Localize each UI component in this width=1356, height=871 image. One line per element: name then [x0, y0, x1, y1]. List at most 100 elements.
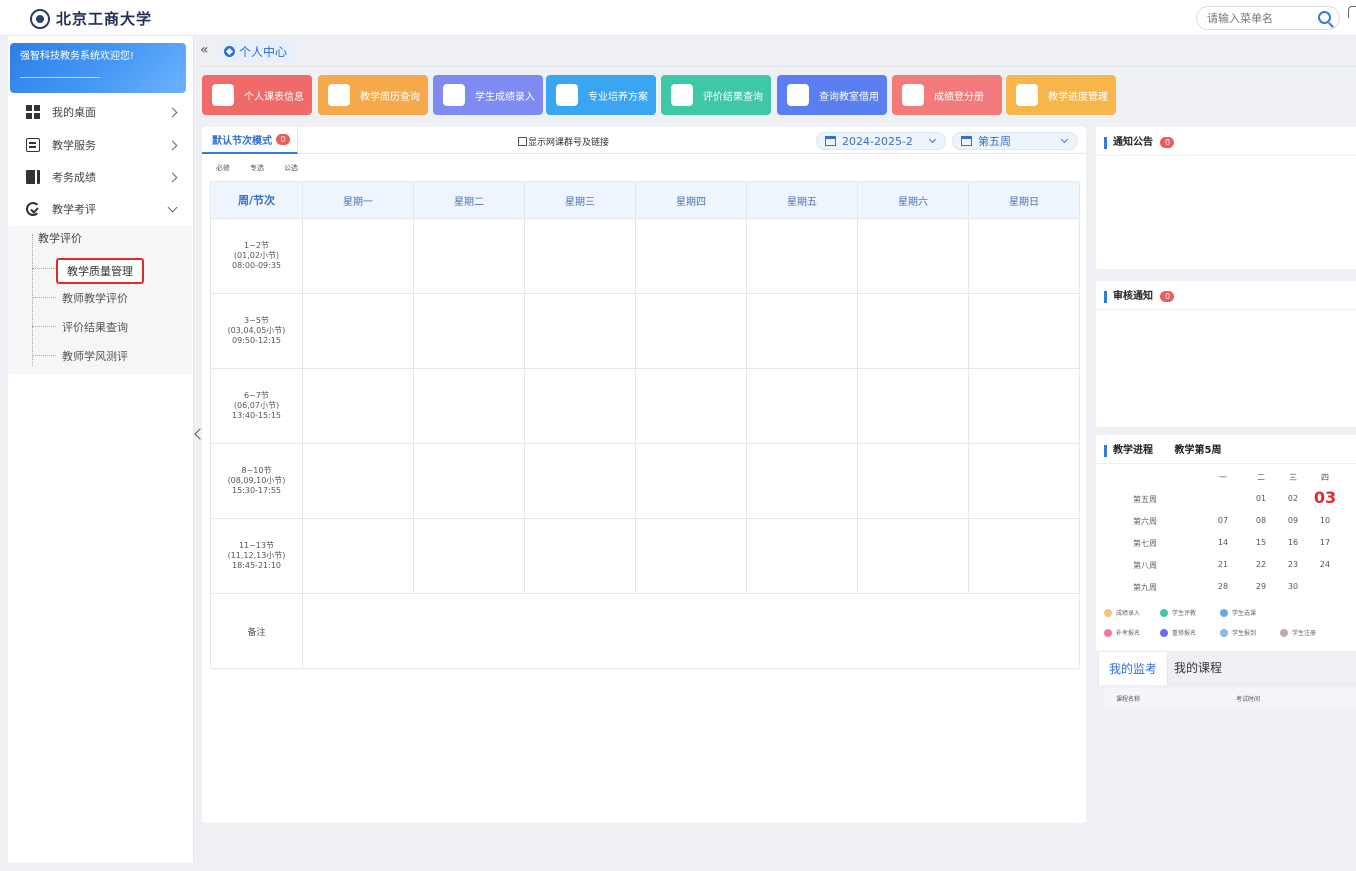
search-icon[interactable] — [1318, 11, 1331, 24]
submenu-item-style-assessment[interactable]: 教师学风测评 — [62, 348, 128, 364]
period-name: 11~13节 — [238, 541, 275, 550]
timetable-cell[interactable] — [968, 218, 1080, 294]
submenu-group-teaching-evaluation[interactable]: 教学评价 — [38, 230, 82, 246]
timetable-cell[interactable] — [413, 443, 525, 519]
submenu-item-teacher-evaluation[interactable]: 教师教学评价 — [62, 290, 128, 306]
menu-search[interactable] — [1196, 6, 1340, 30]
quick-button-label: 成绩登分册 — [934, 91, 984, 103]
timetable-cell[interactable] — [302, 518, 414, 594]
period-name: 1~2节 — [244, 241, 269, 250]
sidebar-item-exam-scores[interactable]: 考务成绩 — [8, 161, 192, 193]
timetable-cell[interactable] — [857, 218, 969, 294]
panel-divider — [1096, 309, 1356, 310]
timetable-cell[interactable] — [746, 368, 858, 444]
calendar-day: 10 — [1319, 516, 1331, 525]
timetable-cell[interactable] — [635, 218, 747, 294]
period-name: 3~5节 — [244, 316, 269, 325]
calendar-day: 08 — [1255, 516, 1267, 525]
timetable-cell[interactable] — [635, 293, 747, 369]
sidebar-item-desktop[interactable]: 我的桌面 — [8, 96, 192, 128]
week-select[interactable]: 第五周 — [952, 132, 1078, 150]
timetable-cell[interactable] — [746, 218, 858, 294]
timetable-cell[interactable] — [635, 368, 747, 444]
timetable-cell[interactable] — [857, 293, 969, 369]
timetable-cell[interactable] — [413, 218, 525, 294]
timetable-cell[interactable] — [746, 293, 858, 369]
timetable-cell[interactable] — [635, 443, 747, 519]
submenu-item-result-query[interactable]: 评价结果查询 — [62, 319, 128, 335]
course-type-legend: 必修 专选 公选 — [216, 163, 318, 173]
quick-button-calendar-query[interactable]: 教学周历查询 — [318, 75, 428, 115]
timetable-cell[interactable] — [302, 218, 414, 294]
timetable-cell[interactable] — [635, 518, 747, 594]
timetable-cell[interactable] — [968, 293, 1080, 369]
timetable-cell[interactable] — [524, 368, 636, 444]
university-seal-icon — [30, 8, 50, 29]
quick-button-grade-entry[interactable]: 学生成绩录入 — [433, 75, 543, 115]
timetable-cell[interactable] — [968, 518, 1080, 594]
legend-makeup-exam: 补考报名 — [1104, 628, 1140, 637]
term-select[interactable]: 2024-2025-2 — [816, 132, 946, 150]
home-dot-icon — [224, 45, 235, 57]
period-time: 08:00-09:35 — [232, 261, 281, 270]
timetable-cell[interactable] — [524, 518, 636, 594]
show-online-group-checkbox[interactable]: 显示网课群号及链接 — [518, 135, 609, 148]
checkbox-box[interactable] — [518, 137, 527, 146]
period-time: 18:45-21:10 — [232, 561, 281, 570]
timetable-cell[interactable] — [413, 368, 525, 444]
submenu-item-quality-management[interactable]: 教学质量管理 — [56, 258, 144, 284]
timetable-cell[interactable] — [857, 518, 969, 594]
tab-my-courses[interactable]: 我的课程 — [1164, 651, 1232, 685]
tab-my-invigilation[interactable]: 我的监考 — [1098, 651, 1169, 685]
week-value: 第五周 — [978, 135, 1011, 148]
legend-student-evaluation: 学生评教 — [1160, 608, 1196, 617]
timetable-cell[interactable] — [302, 293, 414, 369]
tab-default-period-mode[interactable]: 默认节次模式 0 — [202, 127, 298, 154]
column-header: 星期三 — [524, 181, 636, 219]
quick-button-personal-timetable[interactable]: 个人课表信息 — [202, 75, 312, 115]
teaching-progress-panel: 教学进程 教学第5周 一 二 三 四 第五周 01 02 03 第六周 07 0… — [1096, 435, 1356, 651]
tab-personal-center[interactable]: 个人中心 — [218, 40, 298, 62]
timetable-cell[interactable] — [413, 518, 525, 594]
timetable-cell[interactable] — [746, 443, 858, 519]
sidebar: 强智科技教务系统欢迎您! 我的桌面 教学服务 考务成绩 教学考评 教学评价 教学… — [8, 36, 194, 863]
period-sub: (08,09,10小节) — [227, 476, 286, 485]
sidebar-item-teaching-evaluation[interactable]: 教学考评 — [8, 193, 192, 225]
double-chevron-left-icon[interactable]: « — [200, 42, 209, 58]
week-label: 第九周 — [1133, 583, 1157, 592]
quick-button-grade-book[interactable]: 成绩登分册 — [892, 75, 1002, 115]
quick-button-classroom-borrow[interactable]: 查询教室借用 — [777, 75, 887, 115]
weekday-header: 三 — [1289, 473, 1297, 482]
quick-button-label: 教学进度管理 — [1048, 91, 1108, 103]
legend-course-selection: 学生选课 — [1220, 608, 1256, 617]
audit-title: 审核通知 0 — [1104, 291, 1175, 303]
timetable-cell[interactable] — [524, 218, 636, 294]
notification-icon[interactable] — [1348, 6, 1356, 18]
timetable-cell[interactable] — [302, 368, 414, 444]
period-cell: 8~10节 (08,09,10小节) 15:30-17:55 — [210, 443, 303, 519]
timetable-cell[interactable] — [968, 368, 1080, 444]
timetable-cell[interactable] — [746, 518, 858, 594]
tab-label: 个人中心 — [239, 44, 288, 59]
sidebar-item-teaching-service[interactable]: 教学服务 — [8, 129, 192, 161]
quick-button-training-plan[interactable]: 专业培养方案 — [546, 75, 656, 115]
chevron-down-icon — [1060, 135, 1069, 144]
timetable-cell[interactable] — [857, 443, 969, 519]
calendar-week-row: 第八周 21 22 23 24 — [1096, 554, 1356, 576]
tree-branch — [32, 268, 56, 269]
menu-search-input[interactable] — [1197, 7, 1307, 29]
sidebar-item-label: 考务成绩 — [52, 171, 96, 184]
timetable-cell[interactable] — [302, 443, 414, 519]
count-badge: 0 — [1160, 291, 1175, 302]
quick-button-label: 教学周历查询 — [360, 91, 420, 103]
timetable-cell[interactable] — [857, 368, 969, 444]
timetable-cell[interactable] — [524, 443, 636, 519]
calendar-day: 24 — [1319, 560, 1331, 569]
quick-button-evaluation-result[interactable]: 评价结果查询 — [661, 75, 771, 115]
quick-button-progress-management[interactable]: 教学进度管理 — [1006, 75, 1116, 115]
timetable-cell[interactable] — [413, 293, 525, 369]
calendar-icon — [825, 136, 836, 146]
timetable-cell[interactable] — [968, 443, 1080, 519]
timetable-cell[interactable] — [524, 293, 636, 369]
calendar-week-row: 第七周 14 15 16 17 — [1096, 532, 1356, 554]
